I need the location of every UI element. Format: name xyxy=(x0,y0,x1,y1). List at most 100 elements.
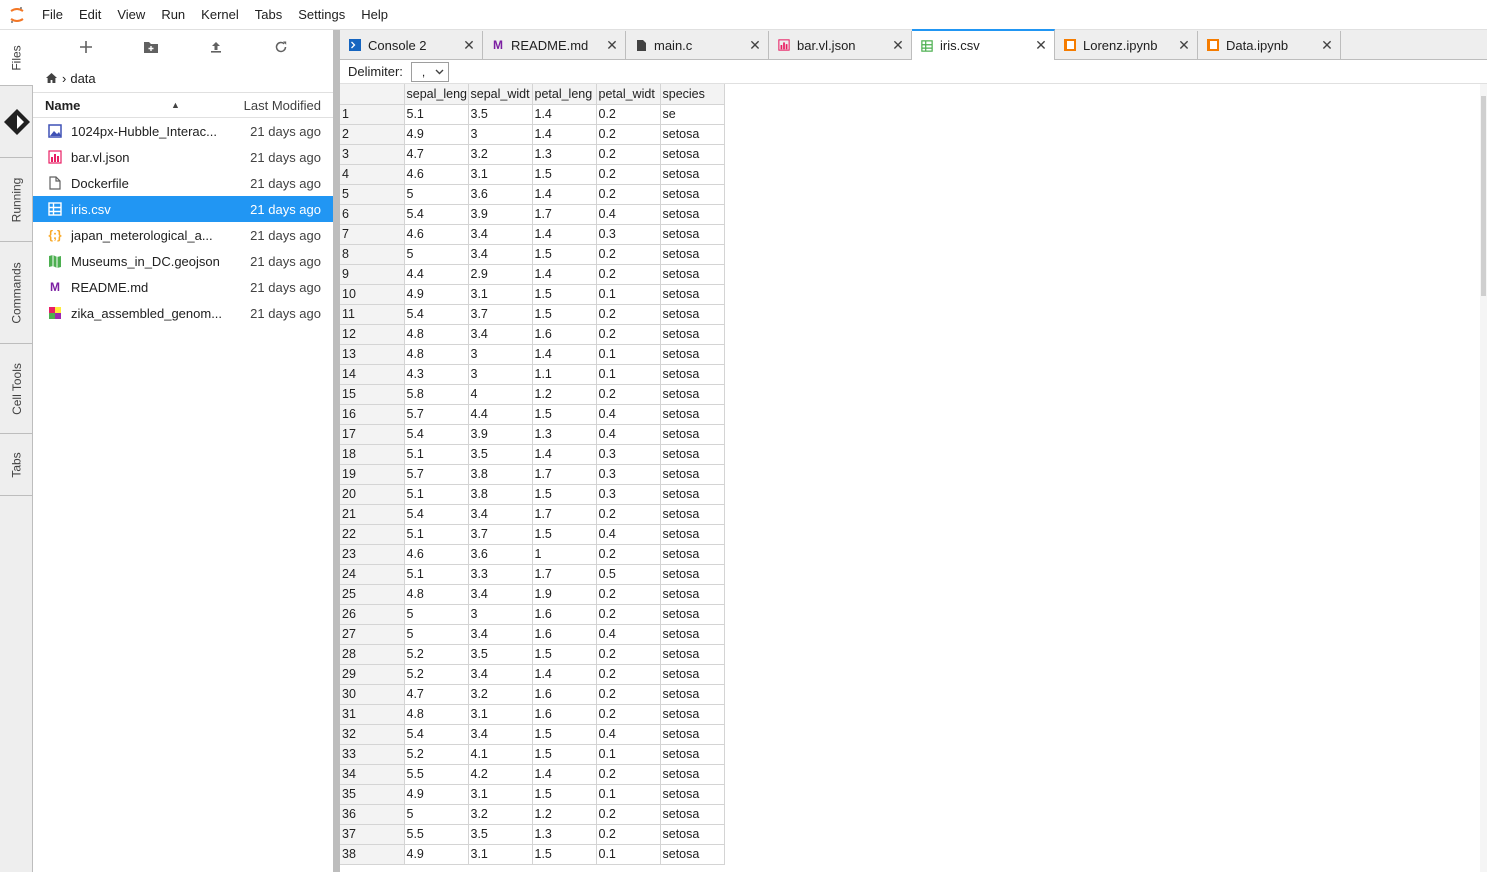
table-cell[interactable]: 3 xyxy=(468,124,533,145)
table-cell[interactable]: 0.1 xyxy=(596,784,661,805)
table-cell[interactable]: 3.2 xyxy=(468,144,533,165)
table-cell[interactable]: 0.2 xyxy=(596,184,661,205)
column-header[interactable]: sepal_leng xyxy=(404,84,469,105)
table-cell[interactable]: 5.2 xyxy=(404,744,469,765)
table-cell[interactable]: 1.5 xyxy=(532,524,597,545)
row-header[interactable]: 23 xyxy=(340,544,405,565)
vertical-scrollbar[interactable] xyxy=(1480,84,1487,872)
table-cell[interactable]: 5.7 xyxy=(404,464,469,485)
name-column-header[interactable]: Name ▲ xyxy=(33,98,233,113)
table-cell[interactable]: 3.8 xyxy=(468,464,533,485)
table-cell[interactable]: 1.5 xyxy=(532,644,597,665)
row-header[interactable]: 22 xyxy=(340,524,405,545)
row-header[interactable]: 27 xyxy=(340,624,405,645)
table-cell[interactable]: 5 xyxy=(404,624,469,645)
menu-tabs[interactable]: Tabs xyxy=(247,0,290,30)
row-header[interactable]: 28 xyxy=(340,644,405,665)
table-cell[interactable]: 4.8 xyxy=(404,344,469,365)
table-cell[interactable]: 1.5 xyxy=(532,484,597,505)
table-cell[interactable]: 5.4 xyxy=(404,424,469,445)
column-header[interactable]: sepal_widt xyxy=(468,84,533,105)
table-cell[interactable]: 0.5 xyxy=(596,564,661,585)
table-cell[interactable]: 1.6 xyxy=(532,684,597,705)
table-cell[interactable]: 5.2 xyxy=(404,644,469,665)
row-header[interactable]: 17 xyxy=(340,424,405,445)
table-cell[interactable]: se xyxy=(660,104,725,125)
table-cell[interactable]: 3.4 xyxy=(468,324,533,345)
row-header[interactable]: 36 xyxy=(340,804,405,825)
new-launcher-button[interactable] xyxy=(76,37,96,57)
file-item[interactable]: iris.csv 21 days ago xyxy=(33,196,333,222)
table-cell[interactable]: 0.2 xyxy=(596,324,661,345)
table-cell[interactable]: 1.6 xyxy=(532,604,597,625)
table-cell[interactable]: 3 xyxy=(468,364,533,385)
close-icon[interactable]: ✕ xyxy=(603,37,621,54)
table-cell[interactable]: 1.5 xyxy=(532,244,597,265)
row-header[interactable]: 25 xyxy=(340,584,405,605)
table-cell[interactable]: 1.4 xyxy=(532,444,597,465)
menu-help[interactable]: Help xyxy=(353,0,396,30)
column-header[interactable]: petal_widt xyxy=(596,84,661,105)
table-cell[interactable]: 0.2 xyxy=(596,164,661,185)
table-cell[interactable]: setosa xyxy=(660,704,725,725)
table-cell[interactable]: 3.8 xyxy=(468,484,533,505)
table-cell[interactable]: 0.1 xyxy=(596,284,661,305)
table-cell[interactable]: setosa xyxy=(660,324,725,345)
row-header[interactable]: 8 xyxy=(340,244,405,265)
table-cell[interactable]: 0.2 xyxy=(596,704,661,725)
table-cell[interactable]: 5.1 xyxy=(404,104,469,125)
table-cell[interactable]: 0.4 xyxy=(596,724,661,745)
new-folder-button[interactable] xyxy=(141,37,161,57)
table-cell[interactable]: 0.2 xyxy=(596,644,661,665)
table-cell[interactable]: 5.8 xyxy=(404,384,469,405)
row-header[interactable]: 29 xyxy=(340,664,405,685)
table-cell[interactable]: 1.5 xyxy=(532,164,597,185)
row-header[interactable]: 33 xyxy=(340,744,405,765)
file-item[interactable]: {;} japan_meterological_a... 21 days ago xyxy=(33,222,333,248)
table-cell[interactable]: 1.4 xyxy=(532,184,597,205)
table-cell[interactable]: 1.4 xyxy=(532,664,597,685)
table-cell[interactable]: 1.7 xyxy=(532,564,597,585)
refresh-button[interactable] xyxy=(271,37,291,57)
column-header[interactable]: species xyxy=(660,84,725,105)
table-cell[interactable]: 3.1 xyxy=(468,844,533,865)
table-cell[interactable]: 3.7 xyxy=(468,304,533,325)
table-cell[interactable]: 5.1 xyxy=(404,524,469,545)
table-cell[interactable]: 0.1 xyxy=(596,744,661,765)
table-cell[interactable]: setosa xyxy=(660,244,725,265)
table-cell[interactable]: 1.3 xyxy=(532,824,597,845)
table-cell[interactable]: 1.4 xyxy=(532,104,597,125)
table-cell[interactable]: 5.7 xyxy=(404,404,469,425)
table-cell[interactable]: setosa xyxy=(660,724,725,745)
table-cell[interactable]: 3.7 xyxy=(468,524,533,545)
table-cell[interactable]: setosa xyxy=(660,584,725,605)
table-cell[interactable]: 4.9 xyxy=(404,844,469,865)
table-cell[interactable]: 4.6 xyxy=(404,544,469,565)
row-header[interactable]: 3 xyxy=(340,144,405,165)
table-cell[interactable]: setosa xyxy=(660,164,725,185)
table-cell[interactable]: 1.6 xyxy=(532,624,597,645)
row-header[interactable]: 6 xyxy=(340,204,405,225)
table-cell[interactable]: 1.5 xyxy=(532,744,597,765)
row-header[interactable]: 24 xyxy=(340,564,405,585)
table-cell[interactable]: 0.3 xyxy=(596,444,661,465)
sidebar-tab-commands[interactable]: Commands xyxy=(0,242,33,344)
row-header[interactable]: 31 xyxy=(340,704,405,725)
table-cell[interactable]: 5 xyxy=(404,804,469,825)
table-cell[interactable]: setosa xyxy=(660,184,725,205)
table-cell[interactable]: 5 xyxy=(404,244,469,265)
table-cell[interactable]: 0.3 xyxy=(596,484,661,505)
table-cell[interactable]: 0.4 xyxy=(596,624,661,645)
panel-splitter[interactable] xyxy=(333,30,340,872)
table-cell[interactable]: 4.9 xyxy=(404,124,469,145)
table-cell[interactable]: 1.4 xyxy=(532,764,597,785)
table-cell[interactable]: setosa xyxy=(660,604,725,625)
table-cell[interactable]: 5.1 xyxy=(404,484,469,505)
row-header[interactable]: 12 xyxy=(340,324,405,345)
sidebar-tab-extension[interactable] xyxy=(0,86,33,158)
table-cell[interactable]: 1.2 xyxy=(532,384,597,405)
table-cell[interactable]: 3.6 xyxy=(468,184,533,205)
row-header[interactable]: 20 xyxy=(340,484,405,505)
table-cell[interactable]: 5.1 xyxy=(404,444,469,465)
table-cell[interactable]: 0.2 xyxy=(596,244,661,265)
